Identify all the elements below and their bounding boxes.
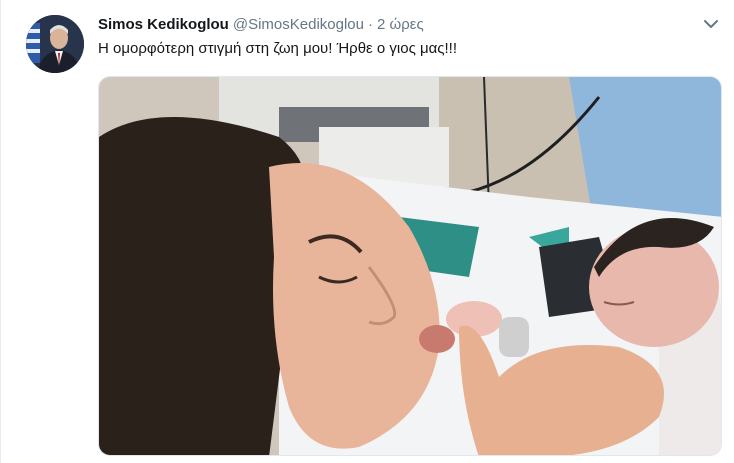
tweet-card: Simos Kedikoglou @SimosKedikoglou · 2 ώρες … — [0, 0, 734, 463]
tweet-text: Η ομορφότερη στιγμή στη ζωη μου! Ήρθε ο … — [98, 40, 458, 57]
chevron-down-icon[interactable] — [701, 14, 721, 34]
tweet-time[interactable]: 2 ώρες — [377, 16, 424, 33]
tweet-photo[interactable] — [98, 76, 722, 456]
tweet-header: Simos Kedikoglou @SimosKedikoglou · 2 ώρες — [98, 15, 424, 35]
avatar[interactable] — [26, 15, 84, 73]
author-handle[interactable]: @SimosKedikoglou — [233, 16, 364, 33]
author-name[interactable]: Simos Kedikoglou — [98, 16, 229, 33]
separator: · — [368, 16, 373, 33]
